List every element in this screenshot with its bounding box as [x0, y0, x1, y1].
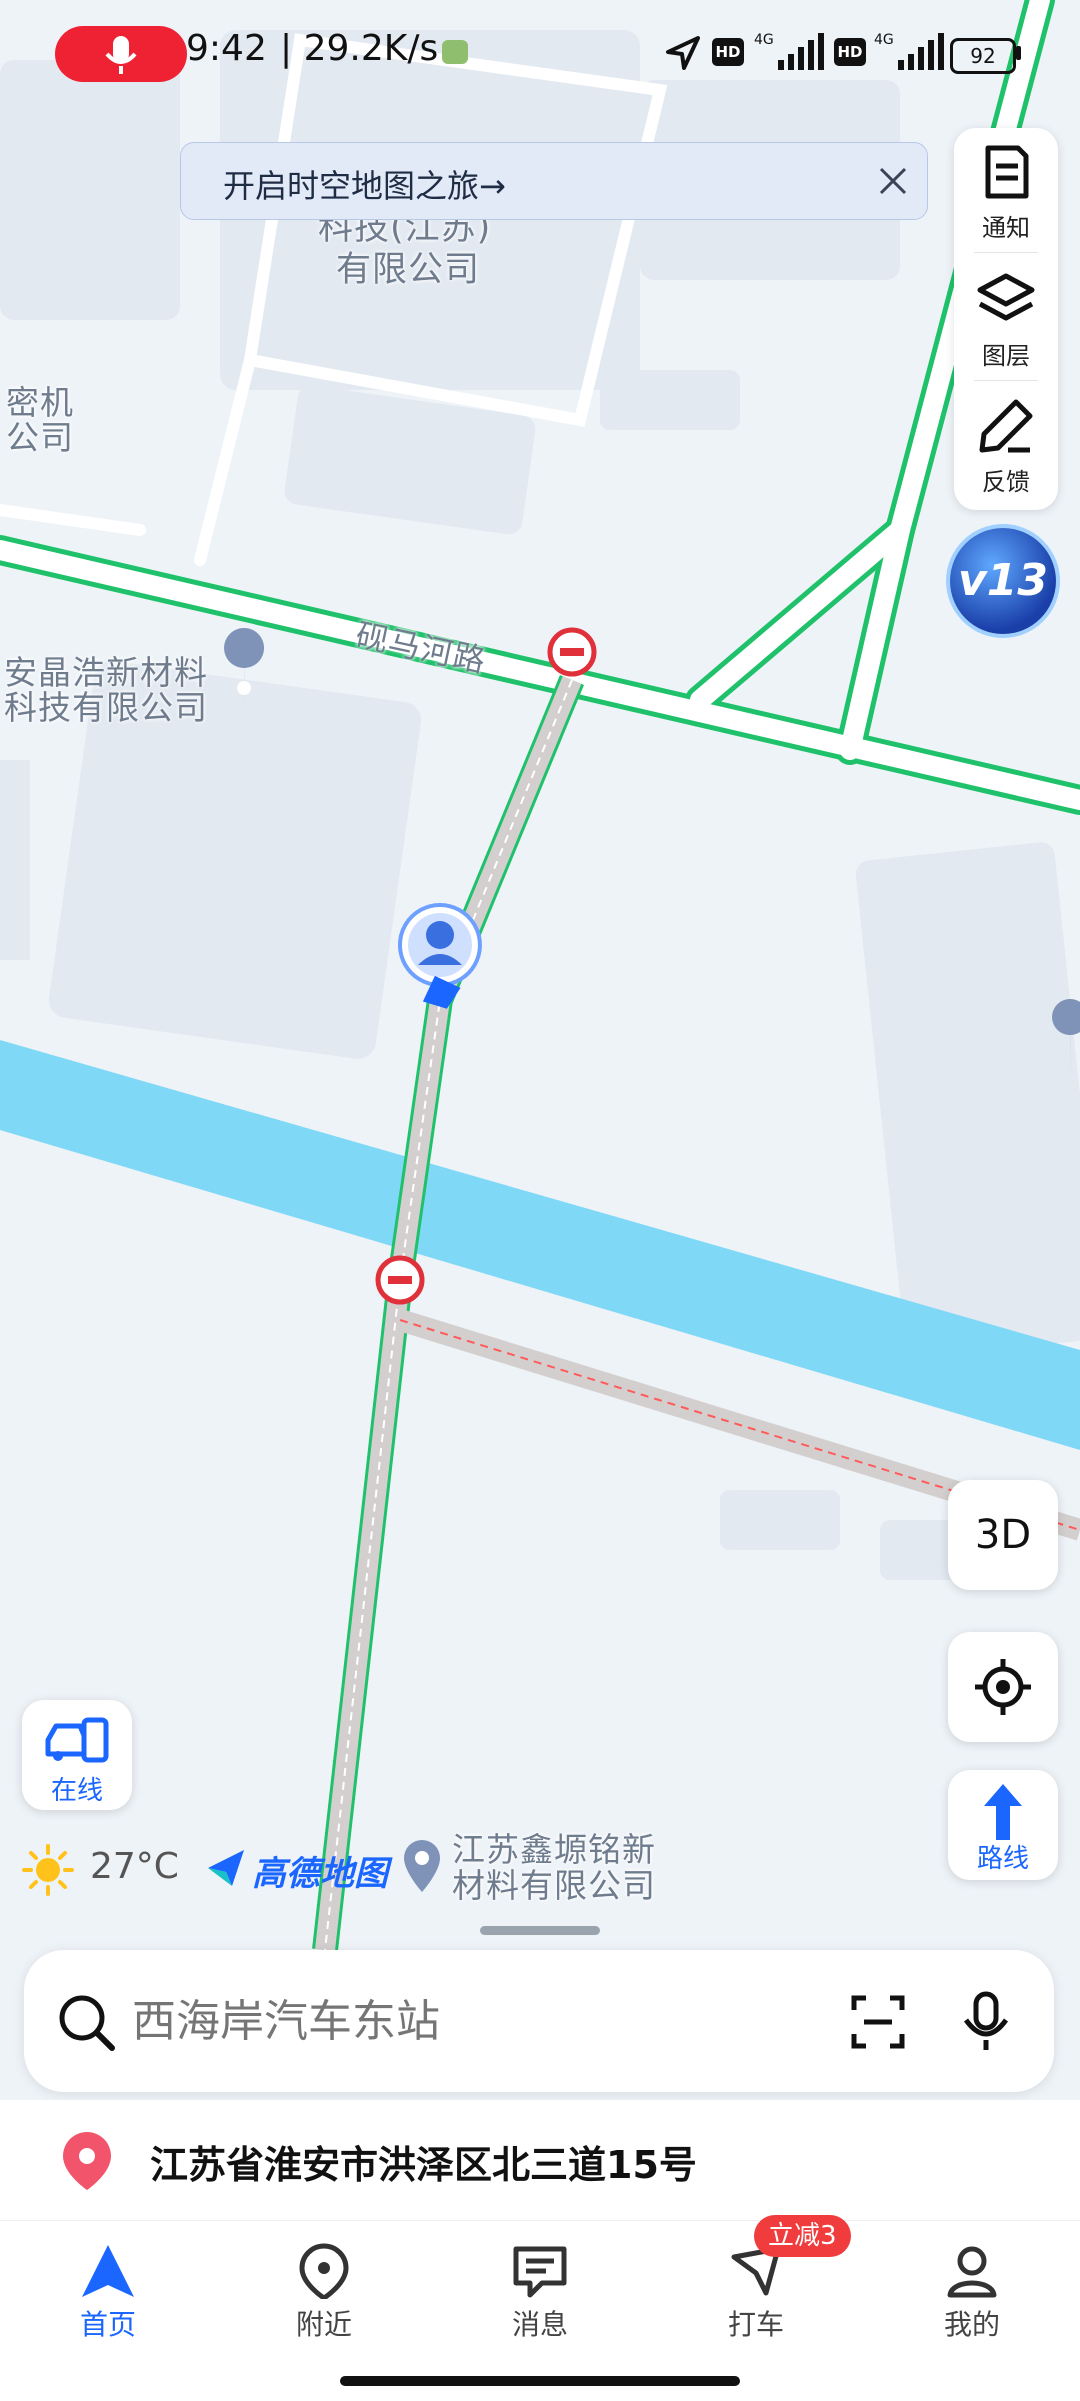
locate-button[interactable] [948, 1632, 1058, 1742]
tab-label: 我的 [943, 2308, 1000, 2341]
svg-text:4G: 4G [874, 32, 894, 48]
battery-tip [1016, 46, 1021, 60]
notify-label: 通知 [982, 214, 1030, 242]
close-icon[interactable] [877, 165, 909, 197]
message-icon [513, 2246, 567, 2298]
tab-me[interactable]: 我的 [864, 2221, 1080, 2371]
route-arrow-icon [984, 1784, 1022, 1840]
battery-icon: 92 [950, 38, 1016, 74]
online-car-button[interactable]: 在线 [22, 1700, 132, 1810]
search-input[interactable] [130, 1988, 834, 2054]
feedback-button[interactable]: 反馈 [954, 382, 1058, 502]
tab-home[interactable]: 首页 [0, 2221, 216, 2371]
scan-icon[interactable] [850, 1994, 906, 2050]
tab-label: 附近 [295, 2308, 352, 2341]
layers-button[interactable]: 图层 [954, 256, 1058, 376]
map-tool-panel: 通知 图层 反馈 [954, 128, 1058, 510]
3d-label: 3D [974, 1512, 1032, 1558]
home-arrow-icon [82, 2245, 134, 2297]
tab-messages[interactable]: 消息 [432, 2221, 648, 2371]
home-indicator[interactable] [340, 2376, 740, 2386]
time-map-banner[interactable]: 开启时空地图之旅→ [180, 142, 928, 220]
bottom-tab-bar: 首页 附近 消息 打车 立减3 我的 [0, 2215, 1080, 2401]
clock: 9:42 [186, 28, 267, 69]
map-label-company[interactable]: 密机 [6, 385, 74, 421]
layers-icon [977, 273, 1035, 321]
map-label-company[interactable]: 安晶浩新材料 [4, 655, 208, 691]
tab-taxi[interactable]: 打车 立减3 [648, 2215, 864, 2371]
current-address-bar[interactable]: 江苏省淮安市洪泽区北三道15号 [0, 2100, 1080, 2220]
route-label: 路线 [976, 1844, 1029, 1874]
current-address: 江苏省淮安市洪泽区北三道15号 [150, 2143, 697, 2187]
map-label-company[interactable]: 材料有限公司 [452, 1868, 656, 1904]
feedback-label: 反馈 [982, 468, 1030, 496]
promo-badge: 立减3 [754, 2215, 851, 2257]
layers-label: 图层 [982, 342, 1030, 370]
signal-4g-icon: 4G [754, 32, 824, 70]
map-label-company[interactable]: 有限公司 [336, 252, 480, 288]
version-badge[interactable]: v13 [950, 528, 1056, 634]
wechat-icon [442, 40, 468, 64]
search-icon [59, 1995, 115, 2051]
location-pin-icon [299, 2243, 349, 2299]
notify-button[interactable]: 通知 [954, 128, 1058, 248]
hd-icon: HD [712, 38, 744, 66]
network-speed: | 29.2K/s [280, 28, 439, 69]
drag-handle[interactable] [480, 1926, 600, 1935]
search-bar[interactable] [24, 1950, 1054, 2092]
sun-icon [22, 1844, 74, 1896]
banner-text: 开启时空地图之旅→ [223, 167, 506, 205]
temperature: 27°C [90, 1846, 179, 1887]
3d-toggle-button[interactable]: 3D [948, 1480, 1058, 1590]
brand-name: 高德地图 [252, 1854, 388, 1894]
tab-nearby[interactable]: 附近 [216, 2221, 432, 2371]
map-label-company[interactable]: 江苏鑫塬铭新 [452, 1832, 656, 1868]
location-pin-icon [63, 2132, 111, 2190]
amap-logo-icon [208, 1850, 244, 1886]
divider [974, 252, 1038, 253]
signal-4g-icon: 4G [874, 32, 944, 70]
online-label: 在线 [50, 1776, 103, 1806]
profile-icon [947, 2246, 997, 2298]
recording-indicator[interactable] [55, 26, 187, 82]
car-phone-icon [45, 1717, 109, 1763]
svg-text:4G: 4G [754, 32, 774, 48]
map-label-company[interactable]: 公司 [6, 420, 74, 456]
version-badge-text: v13 [958, 555, 1048, 606]
route-button[interactable]: 路线 [948, 1770, 1058, 1880]
microphone-icon[interactable] [960, 1990, 1012, 2054]
map-label-company[interactable]: 科技有限公司 [4, 690, 208, 726]
battery-level: 92 [970, 44, 996, 68]
notification-icon [985, 145, 1029, 199]
status-bar: 9:42 | 29.2K/s HD 4G HD 4G 92 [0, 0, 1080, 110]
tab-label: 首页 [79, 2308, 136, 2341]
hd-icon: HD [834, 38, 866, 66]
crosshair-icon [975, 1659, 1031, 1715]
tab-label: 消息 [511, 2308, 568, 2341]
poi-pin-icon [404, 1840, 440, 1892]
divider [974, 380, 1038, 381]
tab-label: 打车 [727, 2308, 784, 2341]
microphone-icon [105, 36, 137, 74]
location-arrow-icon [666, 36, 700, 70]
pencil-icon [979, 399, 1033, 453]
